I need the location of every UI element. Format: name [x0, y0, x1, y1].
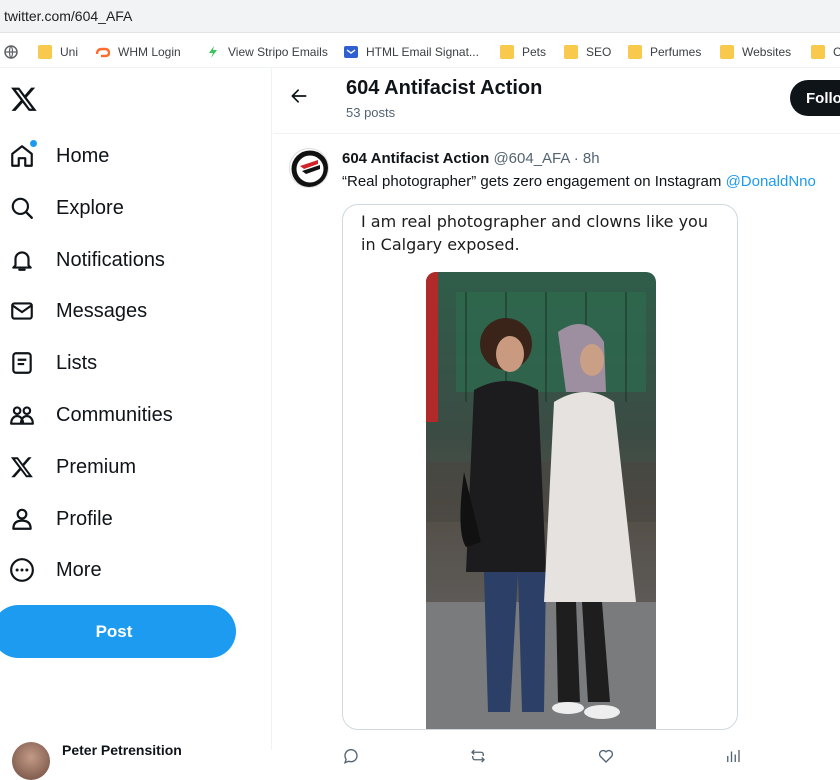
- tweet-header: 604 Antifacist Action @604_AFA · 8h: [342, 150, 600, 167]
- folder-icon: [720, 45, 734, 59]
- sidebar-item-messages[interactable]: Messages: [8, 291, 147, 331]
- bookmark-perfumes[interactable]: Perfumes: [628, 44, 701, 60]
- sidebar-item-label: Premium: [56, 455, 137, 478]
- envelope-icon: [8, 297, 36, 325]
- sidebar-item-label: More: [56, 558, 102, 581]
- bookmark-uni[interactable]: Uni: [38, 44, 78, 60]
- folder-icon: [564, 45, 578, 59]
- bookmark-seo[interactable]: SEO: [564, 44, 611, 60]
- sidebar-item-explore[interactable]: Explore: [8, 188, 124, 228]
- bolt-icon: [209, 46, 217, 58]
- main-column: 604 Antifacist Action 53 posts Follo 604…: [273, 68, 840, 764]
- more-circle-icon: [8, 556, 36, 584]
- sidebar-item-label: Messages: [56, 299, 148, 322]
- sidebar-item-home[interactable]: Home: [8, 136, 109, 176]
- bookmark-whm-login[interactable]: WHM Login: [96, 44, 181, 60]
- mention-link[interactable]: @DonaldNno: [726, 173, 816, 190]
- x-logo-icon[interactable]: [10, 85, 38, 113]
- profile-header: 604 Antifacist Action 53 posts Follo: [273, 68, 840, 134]
- tweet-image[interactable]: I am real photographer and clowns like y…: [342, 204, 738, 730]
- folder-icon: [628, 45, 642, 59]
- sidebar-item-label: Profile: [56, 507, 113, 530]
- sidebar-item-lists[interactable]: Lists: [8, 343, 97, 383]
- account-name: Peter Petrensition: [62, 742, 182, 758]
- bookmark-websites[interactable]: Websites: [720, 44, 791, 60]
- sidebar-item-label: Explore: [56, 196, 124, 219]
- home-icon: [8, 140, 37, 170]
- post-button[interactable]: Post: [0, 605, 236, 658]
- sidebar-item-label: Communities: [56, 403, 173, 426]
- list-icon: [8, 349, 36, 377]
- tweet-display-name[interactable]: 604 Antifacist Action: [342, 150, 489, 167]
- sidebar-item-label: Home: [56, 144, 110, 167]
- folder-icon: [38, 45, 52, 59]
- tweet[interactable]: 604 Antifacist Action @604_AFA · 8h “Rea…: [273, 135, 840, 764]
- person-icon: [8, 505, 36, 533]
- bell-icon: [8, 246, 36, 274]
- sidebar: Home Explore Notifications Messages List…: [0, 68, 272, 780]
- tweet-text: “Real photographer” gets zero engagement…: [342, 173, 816, 190]
- bookmarks-bar: Uni WHM Login View Stripo Emails HTML Em…: [0, 34, 840, 68]
- back-arrow-icon[interactable]: [289, 86, 309, 106]
- search-icon: [8, 194, 36, 222]
- bookmark-stripo[interactable]: View Stripo Emails: [206, 44, 328, 60]
- url-text[interactable]: twitter.com/604_AFA: [4, 8, 132, 24]
- image-caption-text: I am real photographer and clowns like y…: [361, 212, 708, 254]
- notification-dot: [30, 140, 37, 147]
- sidebar-item-label: Lists: [56, 351, 98, 374]
- avatar: [12, 742, 50, 780]
- sidebar-item-notifications[interactable]: Notifications: [8, 240, 165, 280]
- folder-icon: [811, 45, 825, 59]
- bookmark-c[interactable]: C: [811, 44, 840, 60]
- folder-icon: [500, 45, 514, 59]
- follow-button[interactable]: Follo: [790, 80, 840, 116]
- bookmark-email-signature[interactable]: HTML Email Signat...: [344, 44, 479, 60]
- antifa-logo-avatar[interactable]: [289, 148, 329, 188]
- street-photo: [426, 272, 656, 729]
- email-icon: [344, 46, 358, 58]
- sidebar-item-premium[interactable]: Premium: [8, 447, 136, 487]
- tweet-handle-time[interactable]: @604_AFA · 8h: [493, 150, 599, 167]
- sidebar-item-more[interactable]: More: [8, 550, 102, 590]
- people-icon: [8, 401, 36, 429]
- account-switcher[interactable]: Peter Petrensition: [10, 738, 270, 780]
- address-bar[interactable]: twitter.com/604_AFA: [0, 0, 840, 33]
- sidebar-item-profile[interactable]: Profile: [8, 499, 113, 539]
- x-logo-icon: [8, 453, 36, 481]
- cpanel-icon: [96, 47, 110, 58]
- globe-icon[interactable]: [4, 44, 18, 60]
- sidebar-item-label: Notifications: [56, 248, 165, 271]
- post-count: 53 posts: [346, 105, 396, 120]
- sidebar-item-communities[interactable]: Communities: [8, 395, 173, 435]
- page-title: 604 Antifacist Action: [346, 77, 543, 99]
- tweet-actions: [342, 741, 762, 764]
- bookmark-pets[interactable]: Pets: [500, 44, 546, 60]
